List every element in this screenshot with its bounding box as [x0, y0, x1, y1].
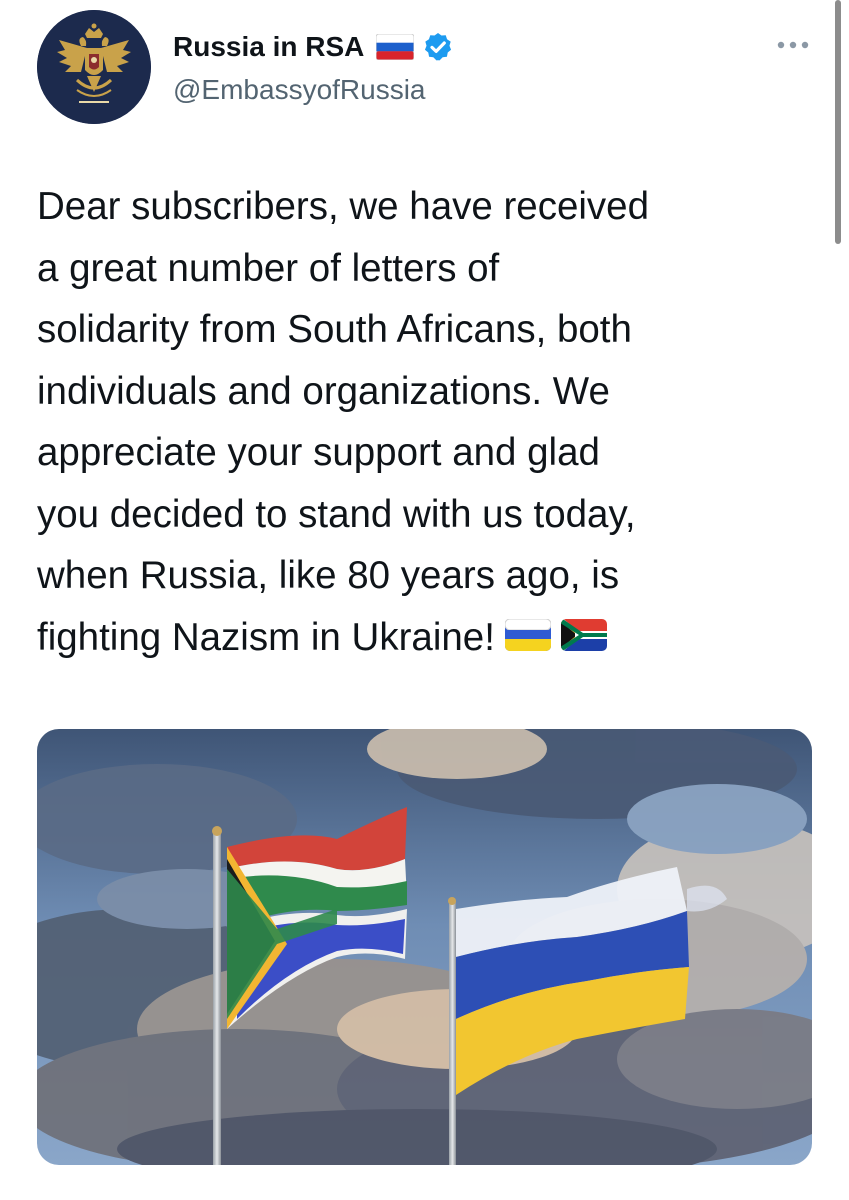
more-options-icon[interactable] [775, 38, 811, 52]
flags-photo [37, 729, 812, 1165]
ukraine-flag-icon [504, 619, 551, 652]
tweet-text-line: when Russia, like 80 years ago, is [37, 554, 620, 597]
south-africa-flag-icon [560, 619, 607, 652]
account-handle[interactable]: @EmbassyofRussia [173, 74, 426, 106]
scrollbar[interactable] [835, 0, 841, 244]
tweet-text-line: a great number of letters of [37, 246, 500, 290]
display-name[interactable]: Russia in RSA [173, 31, 364, 63]
tweet-text-line: individuals and organizations. We [37, 369, 610, 413]
verified-badge-icon [425, 33, 452, 61]
russia-flag-icon [376, 34, 415, 60]
name-row: Russia in RSA [173, 30, 454, 64]
tweet-text-line: fighting Nazism in Ukraine! [37, 615, 495, 659]
avatar[interactable] [37, 10, 151, 124]
tweet-text-last-line: fighting Nazism in Ukraine! [37, 607, 822, 669]
tweet-page: Russia in RSA @EmbassyofRussia Dear subs… [0, 0, 849, 1200]
eagle-emblem-icon [37, 10, 151, 124]
flagpole-right [449, 901, 456, 1165]
tweet-header: Russia in RSA @EmbassyofRussia [37, 10, 817, 125]
flagpole-left [213, 831, 221, 1165]
tweet-text-line: Dear subscribers, we have received [37, 185, 649, 228]
tweet-text-line: solidarity from South Africans, both [37, 308, 632, 351]
tweet-photo[interactable] [37, 729, 812, 1165]
tweet-text: Dear subscribers, we have received a gre… [37, 176, 822, 668]
tweet-text-line: appreciate your support and glad [37, 431, 600, 474]
tweet-text-line: you decided to stand with us today, [37, 492, 636, 536]
